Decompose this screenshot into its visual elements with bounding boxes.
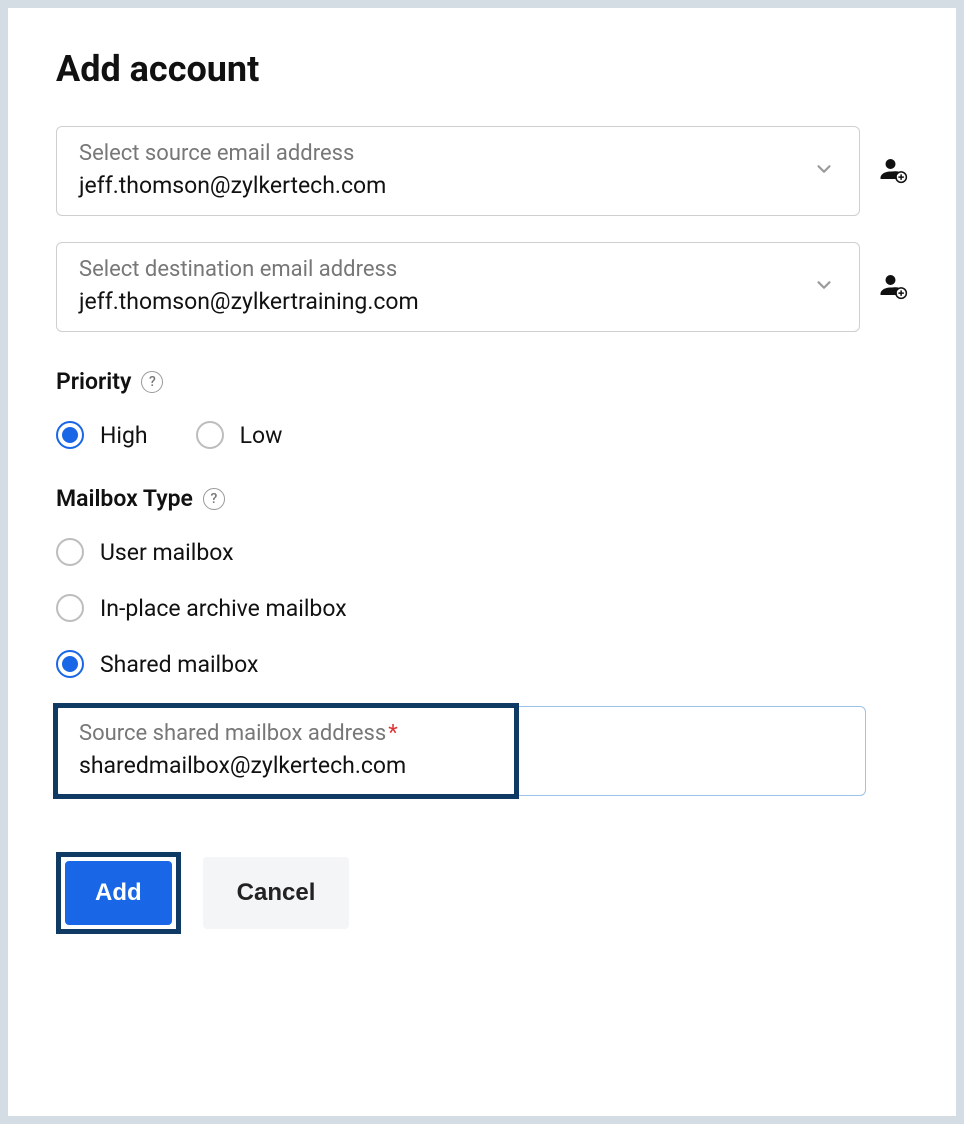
priority-radio-high[interactable]: High [56,421,148,449]
source-row: Select source email address jeff.thomson… [56,126,908,216]
radio-icon [56,650,84,678]
destination-email-select[interactable]: Select destination email address jeff.th… [56,242,860,332]
add-button[interactable]: Add [65,861,172,925]
source-email-value: jeff.thomson@zylkertech.com [79,172,837,199]
radio-icon [56,421,84,449]
source-email-label: Select source email address [79,141,837,166]
add-user-icon[interactable] [878,270,908,304]
mailbox-archive-label: In-place archive mailbox [100,595,347,622]
priority-high-label: High [100,422,148,449]
help-icon[interactable]: ? [141,371,163,393]
mailbox-type-radio-shared[interactable]: Shared mailbox [56,650,908,678]
priority-radio-low[interactable]: Low [196,421,283,449]
priority-low-label: Low [240,422,283,449]
add-account-panel: Add account Select source email address … [8,8,956,1116]
chevron-down-icon [813,158,835,184]
mailbox-type-radio-archive[interactable]: In-place archive mailbox [56,594,908,622]
shared-mailbox-label-text: Source shared mailbox address [79,721,386,746]
shared-mailbox-input-row: Source shared mailbox address* [56,706,908,796]
button-row: Add Cancel [56,852,908,934]
mailbox-type-radio-user[interactable]: User mailbox [56,538,908,566]
shared-mailbox-input[interactable] [79,752,843,779]
mailbox-shared-label: Shared mailbox [100,651,258,678]
shared-mailbox-field-wrap: Source shared mailbox address* [56,706,866,796]
radio-icon [56,538,84,566]
priority-label: Priority [56,368,131,395]
help-icon[interactable]: ? [203,488,225,510]
mailbox-user-label: User mailbox [100,539,234,566]
radio-icon [56,594,84,622]
radio-icon [196,421,224,449]
page-title: Add account [56,48,908,90]
shared-mailbox-label: Source shared mailbox address* [79,721,843,746]
destination-row: Select destination email address jeff.th… [56,242,908,332]
cancel-button[interactable]: Cancel [203,857,350,929]
chevron-down-icon [813,274,835,300]
tutorial-highlight: Add [56,852,181,934]
mailbox-type-radio-group: User mailbox In-place archive mailbox Sh… [56,538,908,678]
priority-section-label: Priority ? [56,368,908,395]
source-email-select[interactable]: Select source email address jeff.thomson… [56,126,860,216]
required-mark: * [388,721,397,746]
mailbox-type-label: Mailbox Type [56,485,193,512]
add-user-icon[interactable] [878,154,908,188]
destination-email-value: jeff.thomson@zylkertraining.com [79,288,837,315]
tutorial-highlight [53,703,519,799]
priority-radio-group: High Low [56,421,908,449]
mailbox-type-section-label: Mailbox Type ? [56,485,908,512]
destination-email-label: Select destination email address [79,257,837,282]
